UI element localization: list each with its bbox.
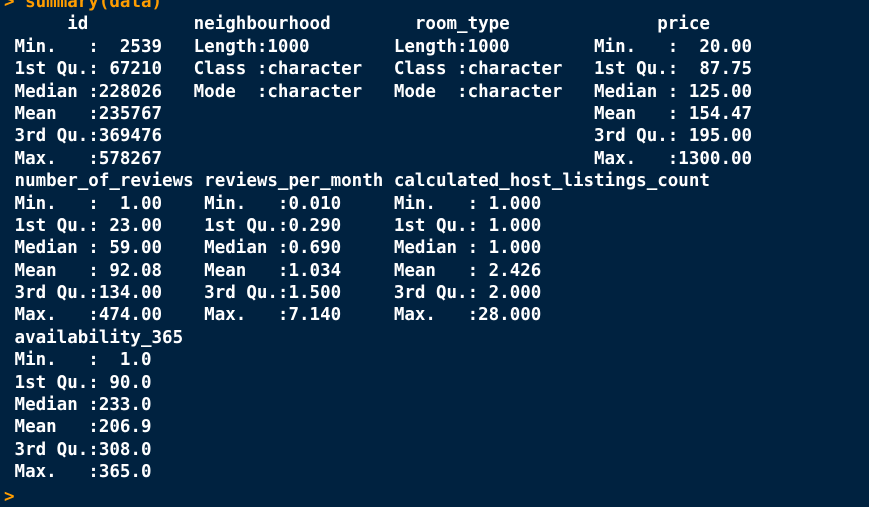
output-line: id neighbourhood room_type price: [4, 14, 795, 35]
summary-output: id neighbourhood room_type price Min. : …: [4, 13, 794, 483]
command-text: summary(data): [25, 0, 163, 12]
output-line: Mean :235767 Mean : 154.47: [4, 103, 774, 124]
console-output: > summary(data) id neighbourhood room_ty…: [4, 0, 794, 484]
output-line: 1st Qu.: 23.00 1st Qu.:0.290 1st Qu.: 1.…: [4, 215, 710, 236]
command-line: > summary(data): [4, 0, 794, 13]
input-prompt[interactable]: >: [4, 486, 15, 507]
output-line: Max. :365.0: [4, 462, 184, 483]
output-line: Min. : 1.00 Min. :0.010 Min. : 1.000: [4, 193, 710, 214]
output-line: 3rd Qu.:308.0: [4, 439, 184, 460]
prompt-symbol: >: [4, 0, 15, 12]
output-line: Max. :578267 Max. :1300.00: [4, 148, 774, 169]
output-line: Median :228026 Mode :character Mode :cha…: [4, 81, 774, 102]
output-line: Median : 59.00 Median :0.690 Median : 1.…: [4, 238, 710, 259]
output-line: Min. : 2539 Length:1000 Length:1000 Min.…: [4, 36, 774, 57]
output-line: Max. :474.00 Max. :7.140 Max. :28.000: [4, 305, 710, 326]
output-line: Mean :206.9: [4, 417, 184, 438]
output-line: 3rd Qu.:134.00 3rd Qu.:1.500 3rd Qu.: 2.…: [4, 283, 710, 304]
output-line: availability_365: [4, 327, 184, 348]
output-line: Min. : 1.0: [4, 350, 184, 371]
output-line: 3rd Qu.:369476 3rd Qu.: 195.00: [4, 126, 774, 147]
output-line: 1st Qu.: 90.0: [4, 372, 184, 393]
output-line: Median :233.0: [4, 395, 184, 416]
output-line: 1st Qu.: 67210 Class :character Class :c…: [4, 59, 774, 80]
next-prompt-symbol: >: [4, 487, 15, 507]
output-line: number_of_reviews reviews_per_month calc…: [4, 171, 710, 192]
r-console[interactable]: > summary(data) id neighbourhood room_ty…: [0, 0, 869, 507]
output-line: Mean : 92.08 Mean :1.034 Mean : 2.426: [4, 260, 710, 281]
